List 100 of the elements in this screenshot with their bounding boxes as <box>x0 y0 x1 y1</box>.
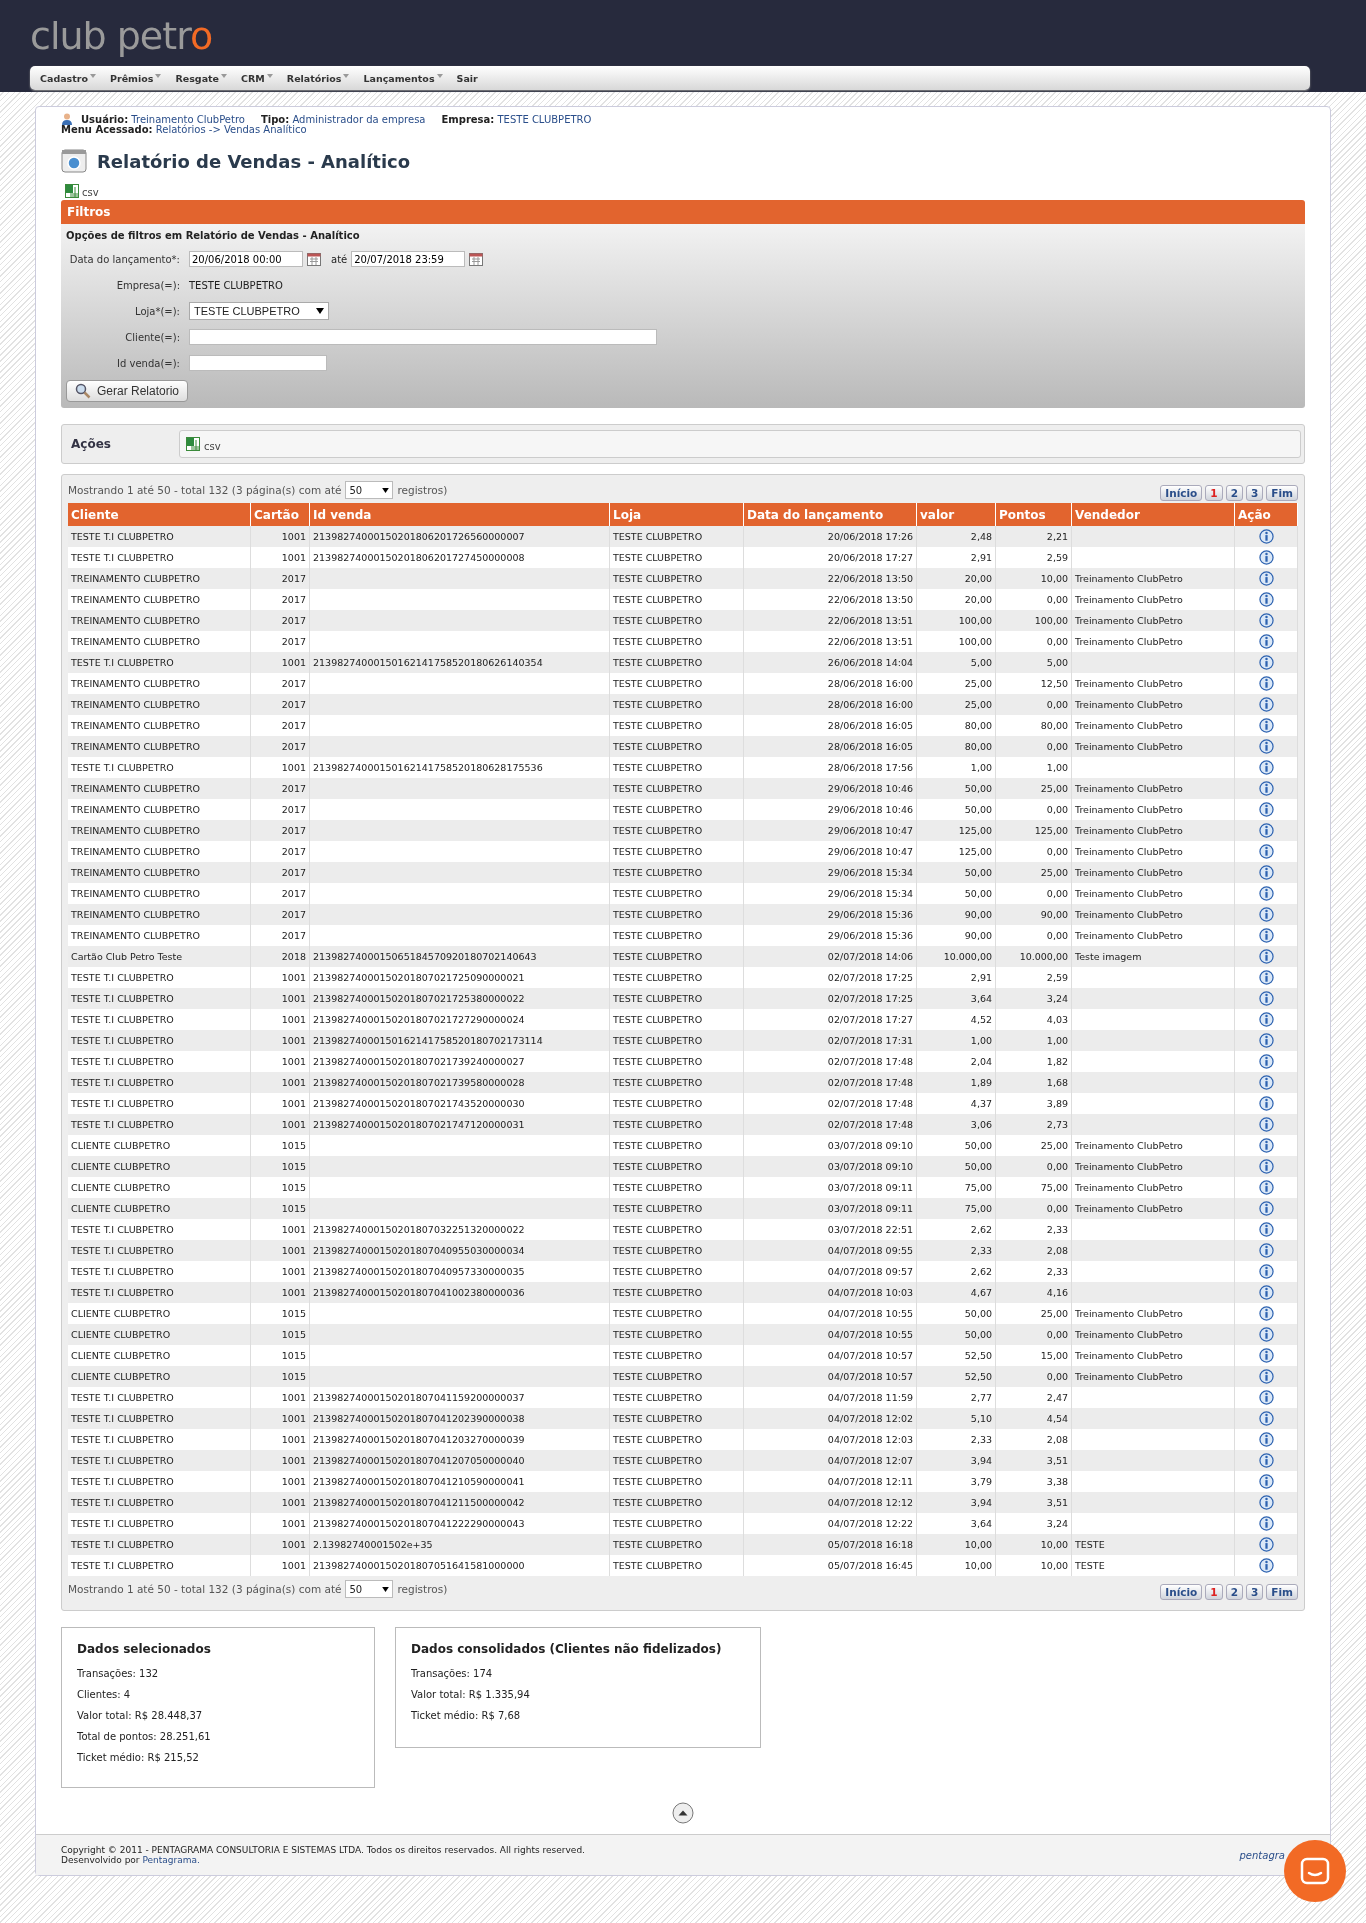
page-button[interactable]: 2 <box>1225 1584 1243 1600</box>
info-icon[interactable] <box>1258 1369 1274 1384</box>
menu-item[interactable]: Relatórios <box>286 72 342 84</box>
page-button[interactable]: 2 <box>1225 485 1243 501</box>
info-icon[interactable] <box>1258 1558 1274 1573</box>
table-cell: 22/06/2018 13:51 <box>743 610 917 631</box>
info-icon[interactable] <box>1258 1390 1274 1405</box>
per-page-dropdown[interactable]: 50 <box>345 1580 394 1598</box>
info-icon[interactable] <box>1258 823 1274 838</box>
page-button[interactable]: Fim <box>1266 485 1298 501</box>
table-cell: 15,00 <box>995 1345 1072 1366</box>
info-icon[interactable] <box>1258 1012 1274 1027</box>
info-icon[interactable] <box>1258 844 1274 859</box>
date-from-field[interactable]: 20/06/2018 00:00 <box>189 251 303 267</box>
menu-item[interactable]: Cadastro <box>40 72 88 84</box>
info-icon[interactable] <box>1258 1495 1274 1510</box>
info-icon[interactable] <box>1258 1453 1274 1468</box>
info-icon[interactable] <box>1258 1285 1274 1300</box>
info-icon[interactable] <box>1258 1138 1274 1153</box>
csv-link[interactable]: csv <box>82 183 99 198</box>
menu-item[interactable]: CRM <box>241 72 265 84</box>
info-icon[interactable] <box>1258 655 1274 670</box>
info-icon[interactable] <box>1258 613 1274 628</box>
info-icon[interactable] <box>1258 1264 1274 1279</box>
page-button[interactable]: 3 <box>1245 1584 1264 1600</box>
info-icon[interactable] <box>1258 718 1274 733</box>
calendar-icon[interactable] <box>469 252 484 266</box>
table-cell: 12,50 <box>995 673 1072 694</box>
info-icon[interactable] <box>1258 760 1274 775</box>
menu-item[interactable]: Sair <box>456 72 478 84</box>
info-icon[interactable] <box>1258 634 1274 649</box>
info-icon[interactable] <box>1258 529 1274 544</box>
info-icon[interactable] <box>1258 1474 1274 1489</box>
date-to-field[interactable]: 20/07/2018 23:59 <box>351 251 466 267</box>
per-page-dropdown[interactable]: 50 <box>345 481 394 499</box>
table-cell: 20/06/2018 17:27 <box>743 547 917 568</box>
table-cell: 2017 <box>250 778 310 799</box>
info-icon[interactable] <box>1258 571 1274 586</box>
table-cell: TESTE CLUBPETRO <box>609 757 744 778</box>
info-icon[interactable] <box>1258 550 1274 565</box>
info-icon[interactable] <box>1258 1096 1274 1111</box>
info-icon[interactable] <box>1258 697 1274 712</box>
table-cell: 2017 <box>250 610 310 631</box>
info-icon[interactable] <box>1258 1516 1274 1531</box>
menu-item[interactable]: Resgate <box>175 72 220 84</box>
info-icon[interactable] <box>1258 1243 1274 1258</box>
menu-item[interactable]: Prêmios <box>110 72 154 84</box>
info-icon[interactable] <box>1258 886 1274 901</box>
info-icon[interactable] <box>1258 1180 1274 1195</box>
table-cell: 25,00 <box>995 1303 1072 1324</box>
page-button[interactable]: 3 <box>1245 485 1264 501</box>
info-icon[interactable] <box>1258 1159 1274 1174</box>
menu-item[interactable]: Lançamentos <box>363 72 435 84</box>
info-icon[interactable] <box>1258 1033 1274 1048</box>
page-button[interactable]: Fim <box>1266 1584 1298 1600</box>
sale-id-field[interactable] <box>189 355 327 371</box>
info-icon[interactable] <box>1258 907 1274 922</box>
developer-link[interactable]: Pentagrama. <box>142 1855 200 1865</box>
info-icon[interactable] <box>1258 592 1274 607</box>
scroll-up-icon[interactable] <box>672 1802 694 1824</box>
info-icon[interactable] <box>1258 802 1274 817</box>
table-cell: TESTE CLUBPETRO <box>609 1471 744 1492</box>
store-dropdown[interactable]: TESTE CLUBPETRO <box>189 302 329 320</box>
info-icon[interactable] <box>1258 949 1274 964</box>
info-icon[interactable] <box>1258 1054 1274 1069</box>
calendar-icon[interactable] <box>307 252 321 266</box>
page-button[interactable]: Início <box>1160 1584 1203 1600</box>
page-button[interactable]: 1 <box>1205 1584 1223 1600</box>
info-icon[interactable] <box>1258 1201 1274 1216</box>
info-icon[interactable] <box>1258 1306 1274 1321</box>
info-icon[interactable] <box>1258 1537 1274 1552</box>
info-icon[interactable] <box>1258 1327 1274 1342</box>
table-cell: 3,51 <box>995 1492 1072 1513</box>
table-cell: Treinamento ClubPetro <box>1071 1177 1235 1198</box>
info-icon[interactable] <box>1258 1411 1274 1426</box>
generate-report-button[interactable]: Gerar Relatorio <box>66 380 189 402</box>
page-button[interactable]: Início <box>1160 485 1203 501</box>
info-icon[interactable] <box>1258 1117 1274 1132</box>
table-cell: Treinamento ClubPetro <box>1071 1135 1235 1156</box>
info-icon[interactable] <box>1258 1075 1274 1090</box>
info-icon[interactable] <box>1258 970 1274 985</box>
info-icon[interactable] <box>1258 928 1274 943</box>
info-icon[interactable] <box>1258 865 1274 880</box>
info-icon[interactable] <box>1258 781 1274 796</box>
info-icon[interactable] <box>1258 1432 1274 1447</box>
info-icon[interactable] <box>1258 739 1274 754</box>
info-icon[interactable] <box>1258 1222 1274 1237</box>
info-icon[interactable] <box>1258 1348 1274 1363</box>
table-cell: 2017 <box>250 694 310 715</box>
page-button[interactable]: 1 <box>1205 485 1223 501</box>
info-icon[interactable] <box>1258 991 1274 1006</box>
client-field[interactable] <box>189 329 657 345</box>
footer-logo: pentagra <box>1239 1849 1285 1861</box>
table-cell: TESTE CLUBPETRO <box>609 1009 744 1030</box>
table-cell: 21398274000150201807021747120000031 <box>309 1114 610 1135</box>
table-cell: TESTE CLUBPETRO <box>609 568 744 589</box>
chat-button[interactable] <box>1284 1840 1346 1902</box>
csv-link[interactable]: csv <box>204 436 221 452</box>
info-icon[interactable] <box>1258 676 1274 691</box>
table-cell: 21398274000150201807021725090000021 <box>309 967 610 988</box>
